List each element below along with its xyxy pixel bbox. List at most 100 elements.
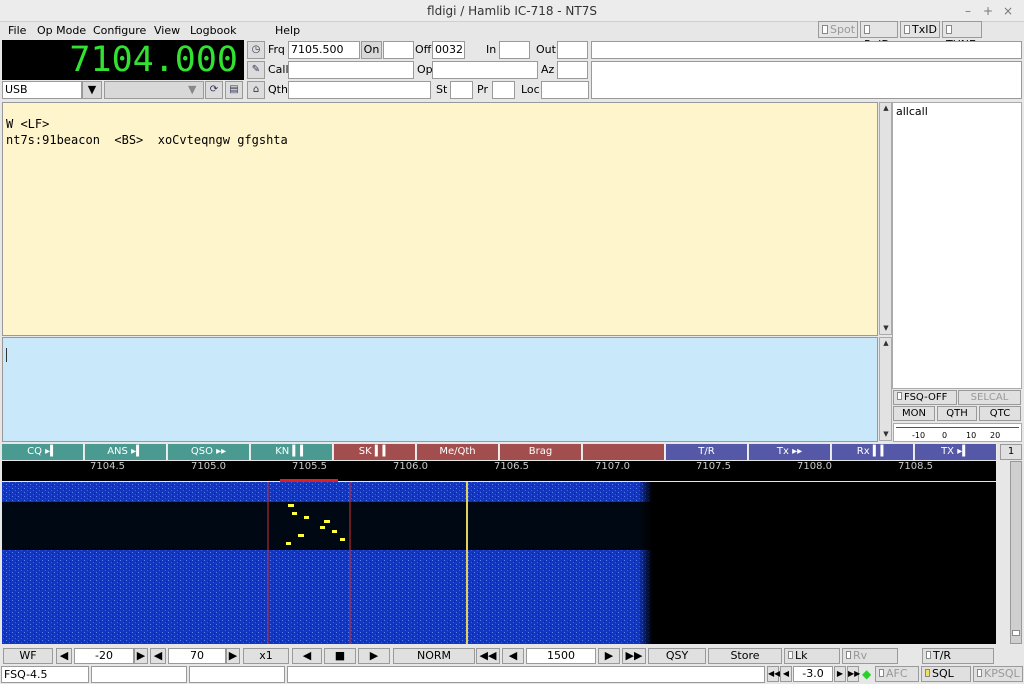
- scroll-up-icon[interactable]: ▲: [881, 104, 891, 113]
- range-field[interactable]: 70: [168, 648, 226, 664]
- scroll-down-icon[interactable]: ▼: [881, 430, 891, 439]
- s2n-fast-up-icon[interactable]: ▶▶: [847, 666, 860, 682]
- s2n-down-icon[interactable]: ◀: [780, 666, 792, 682]
- tx-text-pane[interactable]: [2, 337, 878, 442]
- wf-mode-button[interactable]: WF: [3, 648, 53, 664]
- mode-status[interactable]: FSQ-4.5: [1, 666, 89, 683]
- close-icon[interactable]: ×: [1000, 3, 1016, 19]
- qth-button[interactable]: QTH: [937, 406, 977, 421]
- minimize-icon[interactable]: –: [960, 3, 976, 19]
- macro-button-3[interactable]: QSO ▸▸: [168, 444, 250, 460]
- macro-button-1[interactable]: CQ ▸▍: [2, 444, 84, 460]
- carrier-field[interactable]: 1500: [526, 648, 596, 664]
- menu-help[interactable]: Help: [275, 24, 300, 37]
- carrier-up-icon[interactable]: ▶: [598, 648, 620, 664]
- rig-memory-icon[interactable]: ▤: [225, 81, 243, 99]
- heard-list[interactable]: allcall: [892, 102, 1022, 389]
- op-field[interactable]: [432, 61, 538, 79]
- on-button[interactable]: On: [361, 41, 382, 59]
- qth-field[interactable]: [288, 81, 431, 99]
- lock-toggle[interactable]: Lk: [784, 648, 840, 664]
- ref-up-icon[interactable]: ▶: [134, 648, 148, 664]
- qtc-button[interactable]: QTC: [979, 406, 1021, 421]
- menu-logbook[interactable]: Logbook: [190, 24, 236, 37]
- macro-button-4[interactable]: KN ▍▍: [251, 444, 333, 460]
- center-icon[interactable]: ■: [324, 648, 356, 664]
- maximize-icon[interactable]: +: [980, 3, 996, 19]
- fsq-off-toggle[interactable]: FSQ-OFF: [893, 390, 957, 405]
- range-up-icon[interactable]: ▶: [226, 648, 240, 664]
- sql-toggle[interactable]: SQL: [921, 666, 971, 682]
- macro-button-12[interactable]: TX ▸▍: [915, 444, 997, 460]
- carrier-fast-down-icon[interactable]: ◀◀: [476, 648, 500, 664]
- spot-toggle[interactable]: Spot: [818, 21, 858, 38]
- bandwidth-dropdown-icon[interactable]: ▼: [188, 81, 196, 99]
- macro-button-7[interactable]: Brag: [500, 444, 582, 460]
- menu-configure[interactable]: Configure: [93, 24, 146, 37]
- log-clear-icon[interactable]: ⌂: [247, 81, 265, 99]
- rst-in-field[interactable]: [499, 41, 530, 59]
- selcal-toggle[interactable]: SELCAL: [958, 390, 1021, 405]
- macro-button-6[interactable]: Me/Qth: [417, 444, 499, 460]
- mode-select[interactable]: USB: [2, 81, 82, 99]
- heard-list-item[interactable]: allcall: [896, 105, 1018, 118]
- az-field[interactable]: [557, 61, 588, 79]
- store-button[interactable]: Store: [708, 648, 782, 664]
- call-lookup-icon[interactable]: ✎: [247, 61, 265, 79]
- frq-field[interactable]: 7105.500: [288, 41, 360, 59]
- scroll-down-icon[interactable]: ▼: [881, 324, 891, 333]
- scroll-right-icon[interactable]: ▶: [358, 648, 390, 664]
- slider-handle[interactable]: [1012, 630, 1020, 636]
- ref-down-icon[interactable]: ◀: [56, 648, 72, 664]
- call-field[interactable]: [288, 61, 414, 79]
- notes-field[interactable]: [591, 41, 1022, 59]
- province-field[interactable]: [492, 81, 515, 99]
- afc-toggle[interactable]: AFC: [875, 666, 919, 682]
- rig-refresh-icon[interactable]: ⟳: [205, 81, 223, 99]
- macro-set-button[interactable]: 1: [1000, 444, 1022, 460]
- off-time-field[interactable]: 0032: [432, 41, 465, 59]
- macro-button-9[interactable]: T/R: [666, 444, 748, 460]
- on-time-field[interactable]: [383, 41, 414, 59]
- reverse-toggle[interactable]: Rv: [842, 648, 898, 664]
- macro-button-10[interactable]: Tx ▸▸: [749, 444, 831, 460]
- rx-text-pane[interactable]: W <LF> nt7s:91beacon <BS> xoCvteqngw gfg…: [2, 102, 878, 336]
- s2n-up-icon[interactable]: ▶: [834, 666, 846, 682]
- menu-op-mode[interactable]: Op Mode: [37, 24, 86, 37]
- macro-button-11[interactable]: Rx ▍▍: [832, 444, 914, 460]
- carrier-fast-up-icon[interactable]: ▶▶: [622, 648, 646, 664]
- rxid-toggle[interactable]: RxID: [860, 21, 898, 51]
- range-down-icon[interactable]: ◀: [150, 648, 166, 664]
- notes-field-continued[interactable]: [591, 61, 1022, 99]
- scroll-left-icon[interactable]: ◀: [292, 648, 322, 664]
- waterfall-vertical-slider[interactable]: [1010, 461, 1022, 644]
- carrier-down-icon[interactable]: ◀: [502, 648, 524, 664]
- frq-clock-icon[interactable]: ◷: [247, 41, 265, 59]
- macro-button-8[interactable]: [583, 444, 665, 460]
- frequency-scale[interactable]: 7104.5 7105.0 7105.5 7106.0 7106.5 7107.0 7107…: [2, 461, 996, 482]
- s2n-fast-down-icon[interactable]: ◀◀: [767, 666, 780, 682]
- txid-toggle[interactable]: TxID: [900, 21, 940, 38]
- tr-toggle[interactable]: T/R: [922, 648, 994, 664]
- menu-view[interactable]: View: [154, 24, 180, 37]
- qsy-button[interactable]: QSY: [648, 648, 706, 664]
- rst-out-field[interactable]: [557, 41, 588, 59]
- zoom-button[interactable]: x1: [243, 648, 289, 664]
- macro-button-2[interactable]: ANS ▸▍: [85, 444, 167, 460]
- locator-field[interactable]: [541, 81, 589, 99]
- s2n-field[interactable]: -3.0: [793, 666, 833, 682]
- mon-toggle[interactable]: MON: [893, 406, 935, 421]
- scroll-up-icon[interactable]: ▲: [881, 339, 891, 348]
- waterfall-display[interactable]: [2, 482, 996, 644]
- rx-scrollbar[interactable]: ▲ ▼: [879, 102, 892, 335]
- frequency-display[interactable]: 7104.000: [2, 40, 244, 80]
- state-field[interactable]: [450, 81, 473, 99]
- macro-button-5[interactable]: SK ▍▍: [334, 444, 416, 460]
- tune-toggle[interactable]: TUNE: [942, 21, 982, 51]
- ref-level-field[interactable]: -20: [74, 648, 134, 664]
- mode-dropdown-icon[interactable]: ▼: [82, 81, 102, 99]
- menu-file[interactable]: File: [8, 24, 26, 37]
- tx-scrollbar[interactable]: ▲ ▼: [879, 337, 892, 441]
- norm-button[interactable]: NORM: [393, 648, 475, 664]
- kpsql-toggle[interactable]: KPSQL: [973, 666, 1023, 682]
